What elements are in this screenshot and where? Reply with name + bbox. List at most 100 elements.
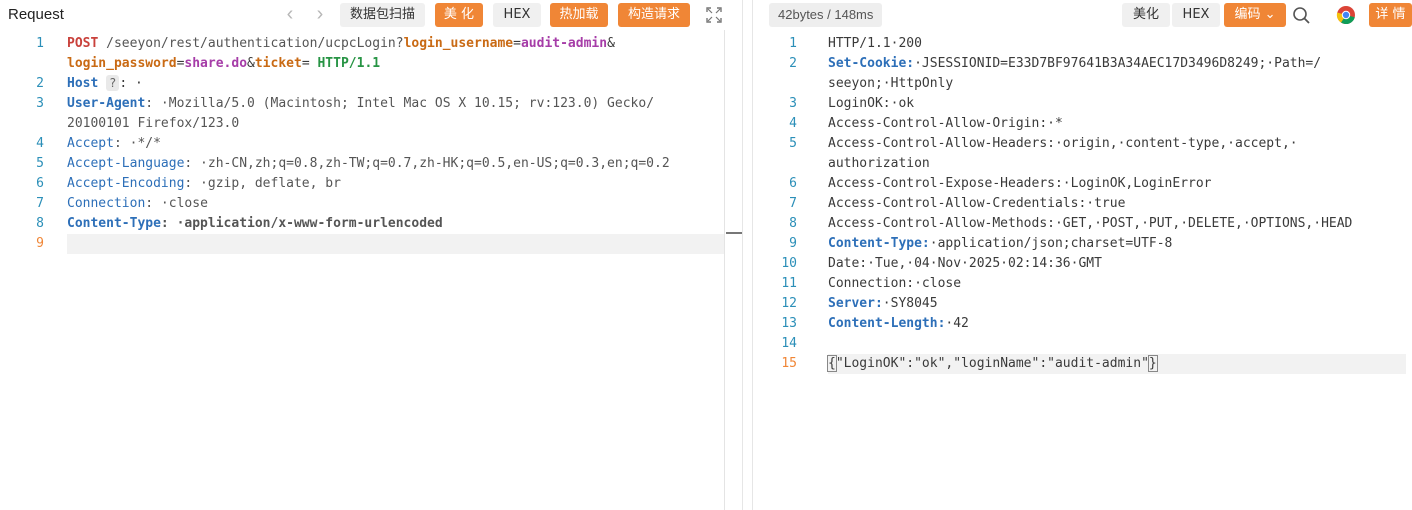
current-line-highlight [67,234,724,254]
request-editor[interactable]: 1 2 3 4 5 6 7 8 9 POST /seeyon/rest/auth… [0,34,742,510]
header-set-cookie-cont: seeyon;·HttpOnly [828,76,954,91]
request-pane: Request ‹ › 数据包扫描 美 化 HEX 热加载 构造请求 1 2 3… [0,0,742,510]
response-toolbar: 42bytes / 148ms 美化 HEX 编码 ⌄ 详 情 [753,0,1412,30]
header-value: ·JSESSIONID=E33D7BF97641B3A34AEC17D3496D… [914,56,1322,71]
status-line: HTTP/1.1·200 [828,36,922,51]
chrome-browser-icon[interactable] [1335,4,1357,26]
brace-open: { [827,355,837,372]
encoding-label: 编码 [1234,7,1261,22]
header-content-type: Content-Type:·application/json;charset=U… [828,234,1172,254]
response-editor[interactable]: 1 2 3 4 5 6 7 8 9 10 11 12 13 14 15 HTTP… [753,34,1412,510]
hot-load-button[interactable]: 热加载 [550,3,608,27]
brace-close: } [1147,355,1158,372]
param-name: login_username [403,36,514,51]
request-line: POST /seeyon/rest/authentication/ucpcLog… [67,34,615,54]
line-number: 7 [36,196,44,211]
request-title: Request [8,6,64,23]
next-icon[interactable]: › [309,4,331,26]
header-key: User-Agent [67,96,146,111]
header-key: Accept-Language [67,156,185,171]
header-key: Host [67,76,99,91]
header-acac: Access-Control-Allow-Credentials:·true [828,196,1126,211]
header-server: Server:·SY8045 [828,294,938,314]
beautify-button[interactable]: 美 化 [435,3,483,27]
beautify-button[interactable]: 美化 [1122,3,1170,27]
header-value: : ·gzip, deflate, br [184,176,341,191]
response-stats: 42bytes / 148ms [769,3,883,27]
header-value: 20100101 Firefox/123.0 [67,116,240,131]
param-amp: & [247,56,255,71]
details-button[interactable]: 详 情 [1369,3,1412,27]
build-request-button[interactable]: 构造请求 [618,3,690,27]
header-value: : · [119,76,143,91]
header-value: ·application/json;charset=UTF-8 [929,236,1173,251]
line-number: 3 [36,96,44,111]
line-number: 4 [789,116,797,131]
header-key: Content-Length: [828,316,946,331]
hex-button[interactable]: HEX [493,3,541,27]
param-name: ticket [254,56,302,71]
header-content-length: Content-Length:·42 [828,314,969,334]
header-accept-encoding: Accept-Encoding: ·gzip, deflate, br [67,174,341,194]
line-number-active: 9 [36,236,44,251]
header-value: : ·*/* [113,136,161,151]
hex-button[interactable]: HEX [1172,3,1220,27]
header-host: Host ?: · [67,74,143,94]
header-aceh: Access-Control-Expose-Headers:·LoginOK,L… [828,176,1212,191]
line-number: 12 [781,296,797,311]
line-number: 1 [789,36,797,51]
line-number: 1 [36,36,44,51]
unknown-value-badge[interactable]: ? [106,75,120,91]
header-connection: Connection: ·close [67,194,208,214]
param-name: login_password [67,56,177,71]
header-value: : ·close [145,196,208,211]
header-set-cookie: Set-Cookie:·JSESSIONID=E33D7BF97641B3A34… [828,54,1321,74]
chevron-down-icon: ⌄ [1264,7,1276,22]
response-body: {"LoginOK":"ok","loginName":"audit-admin… [827,354,1158,374]
header-value: ·SY8045 [882,296,938,311]
header-accept: Accept: ·*/* [67,134,161,154]
json-body: "LoginOK":"ok","loginName":"audit-admin" [835,356,1149,371]
search-icon[interactable] [1290,4,1312,26]
line-number: 5 [789,136,797,151]
line-number: 14 [781,336,797,351]
header-acah: Access-Control-Allow-Headers:·origin,·co… [828,136,1298,151]
param-eq: = [301,56,318,71]
header-key: Accept [67,136,114,151]
line-number: 10 [781,256,797,271]
header-acao: Access-Control-Allow-Origin:·* [828,116,1063,131]
header-content-type: Content-Type: ·application/x-www-form-ur… [67,214,443,234]
header-value: : ·Mozilla/5.0 (Macintosh; Intel Mac OS … [145,96,655,111]
pane-splitter[interactable] [742,0,753,510]
line-number: 11 [781,276,797,291]
header-value: : ·zh-CN,zh;q=0.8,zh-TW;q=0.7,zh-HK;q=0.… [184,156,670,171]
response-pane: 42bytes / 148ms 美化 HEX 编码 ⌄ 详 情 1 2 3 4 … [753,0,1412,510]
expand-icon[interactable] [705,6,723,24]
line-number-active: 15 [781,356,797,371]
header-acah-cont: authorization [828,156,930,171]
request-line-cont: login_password=share.do&ticket= HTTP/1.1 [67,54,380,74]
header-value: : ·application/x-www-form-urlencoded [160,216,443,231]
line-number: 9 [789,236,797,251]
encoding-dropdown[interactable]: 编码 ⌄ [1224,3,1286,27]
header-key: Content-Type [67,216,161,231]
header-loginok: LoginOK:·ok [828,96,915,111]
header-connection: Connection:·close [828,276,962,291]
line-number: 13 [781,316,797,331]
header-accept-language: Accept-Language: ·zh-CN,zh;q=0.8,zh-TW;q… [67,154,670,174]
line-number: 4 [36,136,44,151]
header-date: Date:·Tue,·04·Nov·2025·02:14:36·GMT [828,256,1102,271]
previous-icon[interactable]: ‹ [279,4,301,26]
line-number: 6 [789,176,797,191]
header-value: ·42 [945,316,969,331]
param-eq: = [513,36,521,51]
header-acam: Access-Control-Allow-Methods:·GET,·POST,… [828,216,1353,231]
param-amp: & [607,36,615,51]
packet-scan-button[interactable]: 数据包扫描 [340,3,425,27]
line-number: 8 [36,216,44,231]
param-value: audit-admin [520,36,608,51]
line-number: 7 [789,196,797,211]
line-number: 2 [36,76,44,91]
request-path: /seeyon/rest/authentication/ucpcLogin? [98,36,404,51]
line-number: 2 [789,56,797,71]
